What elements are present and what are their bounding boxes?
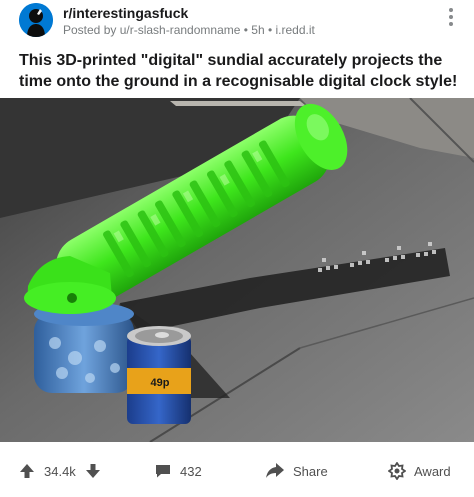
comment-count: 432 <box>180 463 202 479</box>
post-meta[interactable]: Posted by u/r-slash-randomname • 5h • i.… <box>63 23 315 37</box>
post-header: r/interestingasfuck Posted by u/r-slash-… <box>0 0 474 42</box>
award-button[interactable]: Award <box>388 448 451 494</box>
post-actions-bar: 34.4k 432 Share Award <box>0 448 474 494</box>
arrow-down-icon[interactable] <box>84 462 102 480</box>
comments-button[interactable]: 432 <box>154 448 202 494</box>
subreddit-name[interactable]: r/interestingasfuck <box>63 5 188 21</box>
post-image[interactable]: 49p <box>0 98 474 442</box>
can-label: 49p <box>151 377 170 389</box>
arrow-up-icon[interactable] <box>18 462 36 480</box>
share-icon <box>266 463 284 478</box>
award-icon <box>388 462 406 480</box>
subreddit-logo-icon <box>19 3 53 37</box>
post-title[interactable]: This 3D-printed "digital" sundial accura… <box>19 50 459 92</box>
subreddit-avatar[interactable] <box>19 3 53 37</box>
upvote-count: 34.4k <box>44 463 76 479</box>
share-button[interactable]: Share <box>265 448 328 494</box>
vote-group: 34.4k <box>18 448 102 494</box>
comment-icon <box>156 465 170 478</box>
sundial-photo: 49p <box>0 98 474 442</box>
more-vertical-icon[interactable] <box>447 8 455 30</box>
award-label: Award <box>414 463 451 479</box>
share-label: Share <box>293 463 328 479</box>
